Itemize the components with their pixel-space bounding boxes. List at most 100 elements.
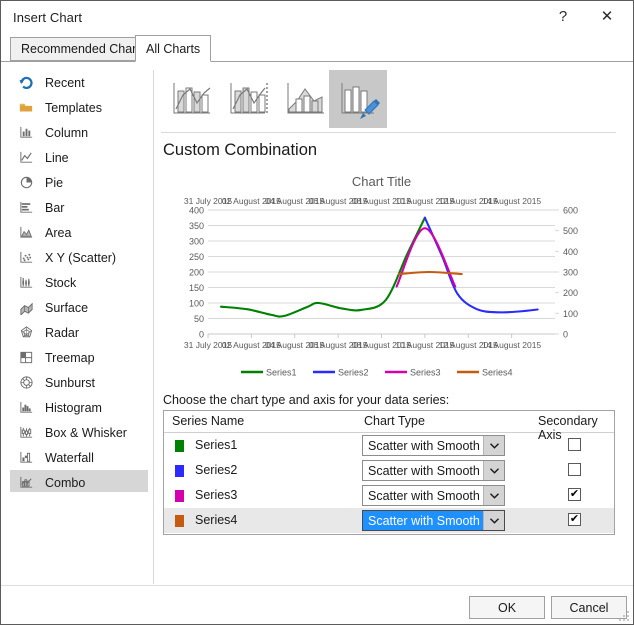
- chart-type-dropdown[interactable]: Scatter with Smooth ...: [362, 485, 505, 506]
- sidebar-item-waterfall[interactable]: Waterfall: [10, 445, 148, 470]
- chevron-down-icon[interactable]: [483, 436, 504, 455]
- y-axis-tick-label: 400: [189, 206, 204, 216]
- cancel-button[interactable]: Cancel: [551, 596, 627, 619]
- custom-combination-icon[interactable]: [329, 70, 387, 128]
- sidebar-item-sunburst[interactable]: Sunburst: [10, 370, 148, 395]
- secondary-axis-checkbox[interactable]: [568, 438, 581, 451]
- series-color-swatch: [175, 515, 184, 527]
- series-row[interactable]: Series2 Scatter with Smooth ...: [164, 458, 614, 483]
- sidebar-item-column[interactable]: Column: [10, 120, 148, 145]
- close-icon[interactable]: ✕: [585, 1, 629, 31]
- sidebar-item-label: Pie: [45, 175, 64, 190]
- sidebar-item-box-whisker[interactable]: Box & Whisker: [10, 420, 148, 445]
- help-question-icon[interactable]: ?: [541, 1, 585, 31]
- x-axis-tick-label: 14 August 2015: [482, 340, 541, 350]
- secondary-axis-checkbox[interactable]: [568, 463, 581, 476]
- sidebar-item-label: Stock: [45, 275, 77, 290]
- sidebar-item-label: Area: [45, 225, 72, 240]
- sidebar-item-label: Recent: [45, 75, 85, 90]
- subtype-separator: [161, 132, 616, 133]
- secondary-axis-checkbox[interactable]: ✔: [568, 513, 581, 526]
- sidebar-item-stock[interactable]: Stock: [10, 270, 148, 295]
- secondary-y-axis-tick-label: 600: [563, 206, 578, 216]
- sidebar-item-pie[interactable]: Pie: [10, 170, 148, 195]
- sidebar-item-label: Treemap: [45, 350, 95, 365]
- sidebar-item-label: Templates: [45, 100, 102, 115]
- sidebar-item-label: X Y (Scatter): [45, 250, 117, 265]
- combo-subtype-row[interactable]: [161, 70, 625, 130]
- clustered-column-line-icon[interactable]: [163, 70, 221, 128]
- secondary-y-axis-tick-label: 200: [563, 288, 578, 298]
- sidebar-item-label: Sunburst: [45, 375, 96, 390]
- sidebar-item-label: Column: [45, 125, 89, 140]
- footer-separator: [1, 585, 633, 586]
- header-chart-type: Chart Type: [364, 414, 425, 428]
- chart-type-dropdown[interactable]: Scatter with Smooth ...: [362, 435, 505, 456]
- series-name-label: Series2: [195, 463, 238, 477]
- series-row[interactable]: Series3 Scatter with Smooth ... ✔: [164, 483, 614, 508]
- line-chart-icon: [16, 149, 36, 167]
- sidebar-item-templates[interactable]: Templates: [10, 95, 148, 120]
- chevron-down-icon[interactable]: [483, 461, 504, 480]
- chart-type-value: Scatter with Smooth ...: [363, 511, 483, 530]
- y-axis-tick-label: 200: [189, 268, 204, 278]
- sidebar-item-bar[interactable]: Bar: [10, 195, 148, 220]
- series-name-label: Series1: [195, 438, 238, 452]
- tab-strip: Recommended Charts All Charts: [1, 35, 633, 62]
- sidebar-item-radar[interactable]: Radar: [10, 320, 148, 345]
- sidebar-item-surface[interactable]: Surface: [10, 295, 148, 320]
- stacked-area-clustered-column-icon[interactable]: [277, 70, 335, 128]
- series-line-series1: [219, 216, 426, 318]
- sidebar-item-label: Bar: [45, 200, 65, 215]
- treemap-chart-icon: [16, 349, 36, 367]
- title-bar: Insert Chart ? ✕: [1, 1, 633, 35]
- column-chart-icon: [16, 124, 36, 142]
- sidebar-item-x-y-scatter[interactable]: X Y (Scatter): [10, 245, 148, 270]
- histogram-chart-icon: [16, 399, 36, 417]
- resize-grip-icon[interactable]: [618, 610, 630, 622]
- chart-type-value: Scatter with Smooth ...: [368, 438, 483, 453]
- chart-type-dropdown[interactable]: Scatter with Smooth ...: [362, 510, 505, 531]
- area-chart-icon: [16, 224, 36, 242]
- sidebar-item-line[interactable]: Line: [10, 145, 148, 170]
- secondary-y-axis-tick-label: 400: [563, 247, 578, 257]
- sidebar-divider: [153, 70, 154, 584]
- sidebar-item-histogram[interactable]: Histogram: [10, 395, 148, 420]
- sidebar-item-label: Radar: [45, 325, 80, 340]
- scatter-chart-icon: [16, 249, 36, 267]
- chart-type-value: Scatter with Smooth ...: [368, 488, 483, 503]
- series-color-swatch: [175, 440, 184, 452]
- sidebar-item-label: Surface: [45, 300, 89, 315]
- chart-category-list[interactable]: Recent Templates Column Line Pie Bar Area X Y (…: [10, 70, 148, 492]
- tab-all-charts[interactable]: All Charts: [135, 35, 212, 62]
- sidebar-item-area[interactable]: Area: [10, 220, 148, 245]
- sidebar-item-combo[interactable]: Combo: [10, 470, 148, 492]
- chart-type-dropdown[interactable]: Scatter with Smooth ...: [362, 460, 505, 481]
- legend-label: Series4: [482, 368, 513, 378]
- tab-underline: [1, 61, 633, 62]
- y-axis-tick-label: 100: [189, 299, 204, 309]
- legend-label: Series1: [266, 368, 297, 378]
- series-line-series2: [423, 216, 539, 314]
- x-axis-tick-label-top: 14 August 2015: [482, 196, 541, 206]
- boxwhisker-chart-icon: [16, 424, 36, 442]
- series-row[interactable]: Series4 Scatter with Smooth ... ✔: [164, 508, 614, 533]
- secondary-axis-checkbox[interactable]: ✔: [568, 488, 581, 501]
- chevron-down-icon[interactable]: [483, 486, 504, 505]
- series-grid: Series Name Chart Type Secondary Axis Se…: [163, 410, 615, 535]
- chevron-down-icon[interactable]: [483, 511, 504, 530]
- series-color-swatch: [175, 490, 184, 502]
- chart-type-value: Scatter with Smooth ...: [368, 463, 483, 478]
- sidebar-item-treemap[interactable]: Treemap: [10, 345, 148, 370]
- series-row[interactable]: Series1 Scatter with Smooth ...: [164, 433, 614, 458]
- series-name-label: Series3: [195, 488, 238, 502]
- clustered-column-line-secondary-axis-icon[interactable]: [220, 70, 278, 128]
- ok-button[interactable]: OK: [469, 596, 545, 619]
- sidebar-item-recent[interactable]: Recent: [10, 70, 148, 95]
- secondary-y-axis-tick-label: 500: [563, 226, 578, 236]
- chart-title: Chart Title: [352, 174, 411, 189]
- insert-chart-dialog: Insert Chart ? ✕ Recommended Charts All …: [0, 0, 634, 625]
- sidebar-item-label: Histogram: [45, 400, 102, 415]
- combo-subtype-heading: Custom Combination: [163, 141, 318, 159]
- dialog-title: Insert Chart: [13, 10, 83, 25]
